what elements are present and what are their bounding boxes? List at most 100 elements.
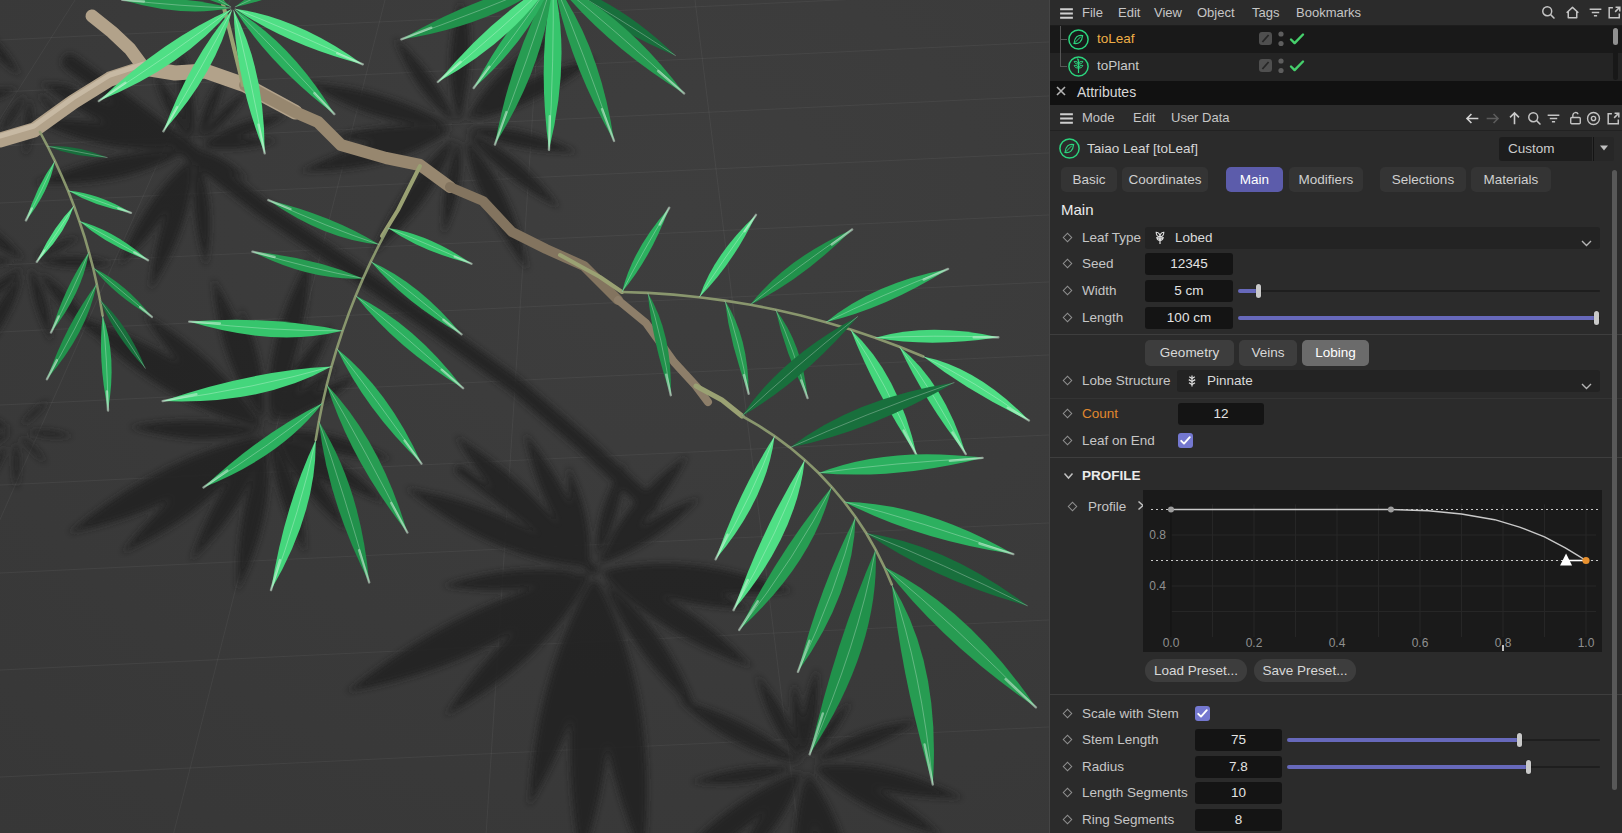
width-input[interactable]: 5 cm [1145,280,1233,302]
menu-mode[interactable]: Mode [1082,109,1115,127]
param-row-ring-segments: Ring Segments 8 [1050,808,1622,832]
length-input[interactable]: 100 cm [1145,307,1233,329]
tab-modifiers[interactable]: Modifiers [1289,167,1363,192]
object-manager-menubar: File Edit View Object Tags Bookmarks [1050,0,1622,26]
popout-icon[interactable] [1606,4,1622,21]
param-diamond-icon[interactable] [1063,376,1073,386]
param-diamond-icon[interactable] [1063,815,1073,825]
object-row-toplant[interactable]: toPlant [1050,53,1622,80]
param-label: Length [1082,310,1123,326]
load-preset-button[interactable]: Load Preset... [1145,659,1247,682]
enabled-check-icon[interactable] [1287,29,1307,49]
profile-curve-graph[interactable]: 0.80.40.00.20.40.60.81.0 [1143,490,1602,652]
length-segments-input[interactable]: 10 [1195,782,1282,804]
param-diamond-icon[interactable] [1063,259,1073,269]
profile-section-title: PROFILE [1082,468,1141,483]
object-header: Taiao Leaf [toLeaf] Custom [1050,131,1622,167]
editor-visibility-toggle[interactable] [1256,29,1276,49]
param-diamond-icon[interactable] [1063,233,1073,243]
home-icon[interactable] [1564,4,1581,21]
object-name[interactable]: toLeaf [1097,31,1135,47]
leaf-type-value: Lobed [1175,230,1213,246]
slider-thumb[interactable] [1594,311,1599,325]
menu-edit-attr[interactable]: Edit [1133,109,1155,127]
param-diamond-icon[interactable] [1063,436,1073,446]
radius-input[interactable]: 7.8 [1195,756,1282,778]
param-diamond-icon[interactable] [1063,286,1073,296]
menu-file[interactable]: File [1082,4,1103,22]
section-heading: Main [1061,201,1094,218]
enabled-check-icon[interactable] [1287,56,1307,76]
param-diamond-icon[interactable] [1063,409,1073,419]
object-manager-scrollbar-thumb[interactable] [1613,28,1618,45]
slider-fill [1238,316,1597,320]
slider-thumb[interactable] [1256,284,1261,298]
tab-selections[interactable]: Selections [1380,167,1466,192]
menu-view[interactable]: View [1154,4,1182,22]
tab-coordinates[interactable]: Coordinates [1122,167,1208,192]
profile-section-header[interactable]: PROFILE [1050,466,1622,486]
radius-slider[interactable] [1287,759,1600,775]
param-diamond-icon[interactable] [1063,788,1073,798]
record-target-icon[interactable] [1585,110,1602,127]
back-arrow-icon[interactable] [1464,110,1481,127]
up-arrow-icon[interactable] [1506,110,1523,127]
close-icon[interactable] [1054,84,1068,98]
subtab-veins[interactable]: Veins [1239,340,1297,366]
menu-tags[interactable]: Tags [1252,4,1279,22]
object-name[interactable]: toPlant [1097,58,1139,74]
param-row-seed: Seed 12345 [1050,252,1622,276]
lobed-leaf-icon [1152,230,1168,246]
search-icon[interactable] [1540,4,1557,21]
attributes-menu-icon[interactable] [1058,110,1075,127]
param-diamond-icon[interactable] [1063,735,1073,745]
preset-dropdown-caret[interactable] [1593,137,1614,161]
slider-thumb[interactable] [1526,760,1531,774]
subtab-lobing[interactable]: Lobing [1302,340,1369,366]
param-label: Radius [1082,759,1124,775]
stem-length-input[interactable]: 75 [1195,729,1282,751]
seed-input[interactable]: 12345 [1145,253,1233,275]
scale-with-stem-checkbox[interactable] [1195,706,1210,721]
menu-object[interactable]: Object [1197,4,1235,22]
slider-thumb[interactable] [1517,733,1522,747]
panel-menu-icon[interactable] [1058,5,1075,22]
viewport-3d[interactable] [0,0,1049,833]
chevron-down-icon[interactable] [1062,469,1075,482]
lock-icon[interactable] [1567,110,1584,127]
svg-text:0.0: 0.0 [1163,636,1180,650]
tab-materials[interactable]: Materials [1471,167,1551,192]
length-slider[interactable] [1238,310,1600,326]
lobe-structure-dropdown[interactable]: Pinnate [1177,370,1600,392]
attributes-toolbar: Mode Edit User Data [1050,105,1622,131]
save-preset-button[interactable]: Save Preset... [1254,659,1356,682]
param-row-lobe-structure: Lobe Structure Pinnate [1050,369,1622,393]
preset-dropdown[interactable]: Custom [1499,137,1592,161]
stem-length-slider[interactable] [1287,732,1600,748]
editor-visibility-toggle[interactable] [1256,56,1276,76]
leaf-on-end-checkbox[interactable] [1178,433,1193,448]
width-slider[interactable] [1238,283,1600,299]
menu-user-data[interactable]: User Data [1171,109,1230,127]
attributes-scrollbar-thumb[interactable] [1612,170,1617,790]
forward-arrow-icon[interactable] [1484,110,1501,127]
slider-track[interactable] [1238,290,1600,292]
param-diamond-icon[interactable] [1063,709,1073,719]
param-diamond-icon[interactable] [1063,313,1073,323]
tab-main[interactable]: Main [1226,167,1283,192]
filter-icon[interactable] [1587,4,1604,21]
subtab-geometry[interactable]: Geometry [1145,340,1234,366]
tab-basic[interactable]: Basic [1061,167,1117,192]
menu-bookmarks[interactable]: Bookmarks [1296,4,1361,22]
ring-segments-input[interactable]: 8 [1195,809,1282,831]
param-diamond-icon[interactable] [1063,762,1073,772]
leaf-type-dropdown[interactable]: Lobed [1145,227,1600,249]
tree-line [1060,40,1061,67]
param-diamond-icon[interactable] [1068,502,1078,512]
filter-icon[interactable] [1545,110,1562,127]
menu-edit[interactable]: Edit [1118,4,1140,22]
object-row-toleaf[interactable]: toLeaf [1050,26,1622,53]
search-icon[interactable] [1526,110,1543,127]
popout-icon[interactable] [1605,110,1622,127]
count-input[interactable]: 12 [1178,403,1264,425]
